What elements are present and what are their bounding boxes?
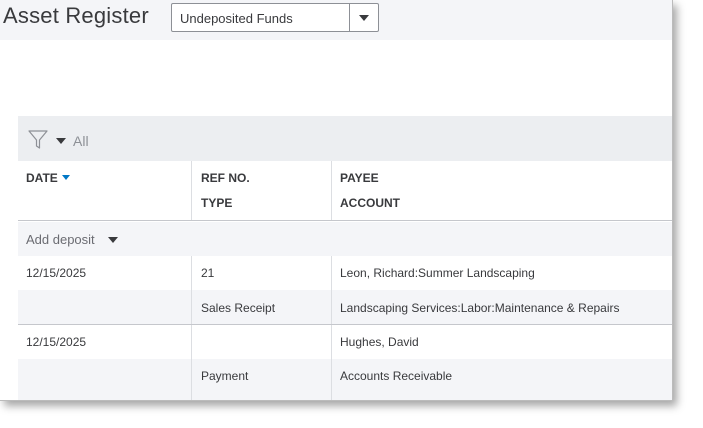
filter-label[interactable]: All — [73, 133, 89, 149]
row-account: Landscaping Services:Labor:Maintenance &… — [340, 301, 620, 315]
row-ref-no: 21 — [201, 266, 215, 280]
chevron-down-icon — [359, 15, 369, 21]
column-divider — [331, 325, 332, 400]
column-header-ref-no[interactable]: REF NO. — [201, 171, 250, 185]
page-title: Asset Register — [3, 3, 149, 28]
sort-desc-icon[interactable] — [62, 175, 70, 180]
filter-dropdown-chevron-icon[interactable] — [56, 138, 66, 144]
add-deposit-chevron-icon[interactable] — [108, 237, 118, 243]
row-date: 12/15/2025 — [26, 266, 87, 280]
filter-bar: All — [18, 116, 672, 161]
column-divider — [191, 325, 192, 400]
row-payee: Hughes, David — [340, 335, 419, 349]
add-deposit-bar: Add deposit — [18, 222, 672, 256]
header-divider — [18, 220, 672, 221]
row-payee: Leon, Richard:Summer Landscaping — [340, 266, 535, 280]
row-date: 12/15/2025 — [26, 335, 87, 349]
column-header-payee[interactable]: PAYEE — [340, 171, 379, 185]
column-header-type[interactable]: TYPE — [201, 196, 232, 210]
column-header-account[interactable]: ACCOUNT — [340, 196, 400, 210]
column-header-date[interactable]: DATE — [26, 171, 58, 185]
column-divider — [191, 161, 192, 220]
account-select-toggle[interactable] — [349, 4, 378, 31]
row-account: Accounts Receivable — [340, 369, 453, 383]
account-select-value: Undeposited Funds — [180, 11, 293, 26]
register-header-bar: Asset Register Undeposited Funds — [0, 0, 672, 40]
account-select[interactable]: Undeposited Funds — [171, 3, 379, 32]
row-type: Payment — [201, 369, 249, 383]
funnel-icon[interactable] — [28, 130, 48, 155]
column-divider — [331, 161, 332, 220]
row-type: Sales Receipt — [201, 301, 276, 315]
asset-register-page: Asset Register Undeposited Funds All DAT… — [0, 0, 673, 401]
column-divider — [331, 256, 332, 324]
column-divider — [191, 256, 192, 324]
add-deposit-button[interactable]: Add deposit — [26, 232, 95, 247]
